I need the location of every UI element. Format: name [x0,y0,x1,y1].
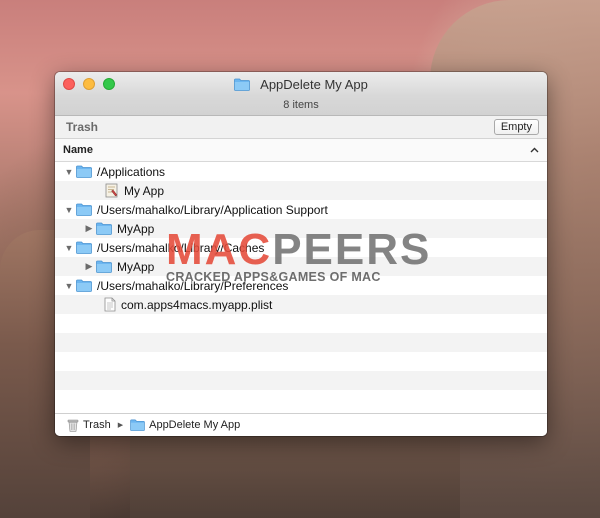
list-item-label: com.apps4macs.myapp.plist [121,297,273,312]
list-item-label: /Users/mahalko/Library/Preferences [97,278,289,293]
list-item-label: /Users/mahalko/Library/Caches [97,240,265,255]
empty-button[interactable]: Empty [493,119,539,135]
list-item[interactable]: ▼ /Users/mahalko/Library/Application Sup… [55,200,547,219]
empty-row [55,314,547,333]
disclosure-expanded-icon[interactable]: ▼ [62,205,76,215]
disclosure-collapsed-icon[interactable]: ▶ [82,223,96,234]
list-item[interactable]: com.apps4macs.myapp.plist [55,295,547,314]
app-icon [105,183,118,198]
close-button[interactable] [63,78,75,90]
folder-icon [96,260,112,273]
window-title: AppDelete My App [260,76,368,92]
list-item-label: MyApp [117,259,155,274]
list-item-label: My App [124,183,165,198]
window-title-group: AppDelete My App [234,77,368,92]
empty-row [55,352,547,371]
chevron-up-icon[interactable] [530,147,539,153]
empty-row [55,371,547,390]
document-icon [104,297,116,312]
chevron-right-icon: ▶ [117,422,124,429]
title-bar[interactable]: AppDelete My App [55,72,547,96]
name-column-header[interactable]: Name [55,139,547,162]
disclosure-collapsed-icon[interactable]: ▶ [82,261,96,272]
folder-icon [96,222,112,235]
list-item-label: MyApp [117,221,155,236]
minimize-button[interactable] [83,78,95,90]
disclosure-expanded-icon[interactable]: ▼ [62,243,76,253]
item-count-bar: 8 items [55,96,547,116]
folder-icon [76,279,92,292]
folder-icon [76,241,92,254]
zoom-button[interactable] [103,78,115,90]
trash-icon [67,419,79,432]
disclosure-expanded-icon[interactable]: ▼ [62,167,76,177]
window-controls [63,78,115,90]
list-item[interactable]: ▼ /Users/mahalko/Library/Caches [55,238,547,257]
empty-row [55,333,547,352]
trash-header: Trash Empty [55,116,547,139]
list-item[interactable]: ▼ /Applications [55,162,547,181]
disclosure-expanded-icon[interactable]: ▼ [62,281,76,291]
list-item[interactable]: ▼ /Users/mahalko/Library/Preferences [55,276,547,295]
list-item[interactable]: ▶ MyApp [55,219,547,238]
path-crumb-trash[interactable]: Trash [83,419,111,431]
empty-row [55,390,547,409]
item-count: 8 items [283,99,319,111]
column-name-label: Name [63,144,93,156]
appdelete-window: AppDelete My App 8 items Trash Empty Nam… [55,72,547,436]
folder-icon [234,78,251,91]
trash-label: Trash [66,120,99,134]
list-item[interactable]: My App [55,181,547,200]
desktop-rock-base [130,430,460,518]
file-list: ▼ /Applications My App ▼ /Users/mahalko/… [55,162,547,409]
list-item-label: /Applications [97,164,166,179]
folder-icon [130,419,145,431]
path-crumb-folder[interactable]: AppDelete My App [149,419,240,431]
path-bar: Trash ▶ AppDelete My App [55,413,547,436]
list-item[interactable]: ▶ MyApp [55,257,547,276]
folder-icon [76,165,92,178]
list-item-label: /Users/mahalko/Library/Application Suppo… [97,202,328,217]
folder-icon [76,203,92,216]
